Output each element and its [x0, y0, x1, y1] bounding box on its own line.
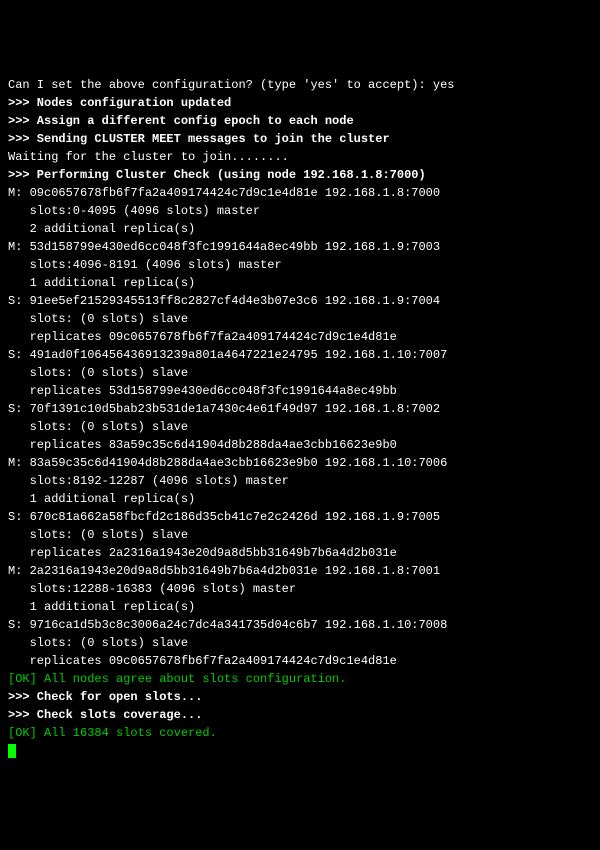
terminal-line: slots:0-4095 (4096 slots) master [8, 202, 592, 220]
cursor-icon [8, 744, 16, 758]
terminal-line: >>> Nodes configuration updated [8, 94, 592, 112]
terminal-line: slots:8192-12287 (4096 slots) master [8, 472, 592, 490]
terminal-line: >>> Check slots coverage... [8, 706, 592, 724]
terminal-line: slots: (0 slots) slave [8, 526, 592, 544]
terminal-line: replicates 53d158799e430ed6cc048f3fc1991… [8, 382, 592, 400]
terminal-line: slots: (0 slots) slave [8, 364, 592, 382]
terminal-line: 1 additional replica(s) [8, 490, 592, 508]
terminal-output[interactable]: Can I set the above configuration? (type… [8, 76, 592, 760]
terminal-line: >>> Sending CLUSTER MEET messages to joi… [8, 130, 592, 148]
terminal-line: Can I set the above configuration? (type… [8, 76, 592, 94]
terminal-line: slots:4096-8191 (4096 slots) master [8, 256, 592, 274]
terminal-line: M: 2a2316a1943e20d9a8d5bb31649b7b6a4d2b0… [8, 562, 592, 580]
terminal-prompt-line[interactable] [8, 742, 592, 760]
terminal-line: 1 additional replica(s) [8, 598, 592, 616]
terminal-line: slots: (0 slots) slave [8, 418, 592, 436]
terminal-line: >>> Assign a different config epoch to e… [8, 112, 592, 130]
terminal-line: [OK] All nodes agree about slots configu… [8, 670, 592, 688]
terminal-line: S: 670c81a662a58fbcfd2c186d35cb41c7e2c24… [8, 508, 592, 526]
terminal-line: slots: (0 slots) slave [8, 634, 592, 652]
terminal-line: M: 53d158799e430ed6cc048f3fc1991644a8ec4… [8, 238, 592, 256]
terminal-line: replicates 09c0657678fb6f7fa2a409174424c… [8, 652, 592, 670]
terminal-line: S: 9716ca1d5b3c8c3006a24c7dc4a341735d04c… [8, 616, 592, 634]
terminal-line: M: 83a59c35c6d41904d8b288da4ae3cbb16623e… [8, 454, 592, 472]
terminal-line: slots: (0 slots) slave [8, 310, 592, 328]
terminal-line: 1 additional replica(s) [8, 274, 592, 292]
terminal-line: S: 91ee5ef21529345513ff8c2827cf4d4e3b07e… [8, 292, 592, 310]
terminal-line: >>> Performing Cluster Check (using node… [8, 166, 592, 184]
terminal-line: Waiting for the cluster to join........ [8, 148, 592, 166]
terminal-line: slots:12288-16383 (4096 slots) master [8, 580, 592, 598]
terminal-line: [OK] All 16384 slots covered. [8, 724, 592, 742]
terminal-line: >>> Check for open slots... [8, 688, 592, 706]
terminal-line: M: 09c0657678fb6f7fa2a409174424c7d9c1e4d… [8, 184, 592, 202]
terminal-line: S: 491ad0f106456436913239a801a4647221e24… [8, 346, 592, 364]
terminal-line: 2 additional replica(s) [8, 220, 592, 238]
terminal-line: replicates 83a59c35c6d41904d8b288da4ae3c… [8, 436, 592, 454]
terminal-line: S: 70f1391c10d5bab23b531de1a7430c4e61f49… [8, 400, 592, 418]
terminal-line: replicates 09c0657678fb6f7fa2a409174424c… [8, 328, 592, 346]
